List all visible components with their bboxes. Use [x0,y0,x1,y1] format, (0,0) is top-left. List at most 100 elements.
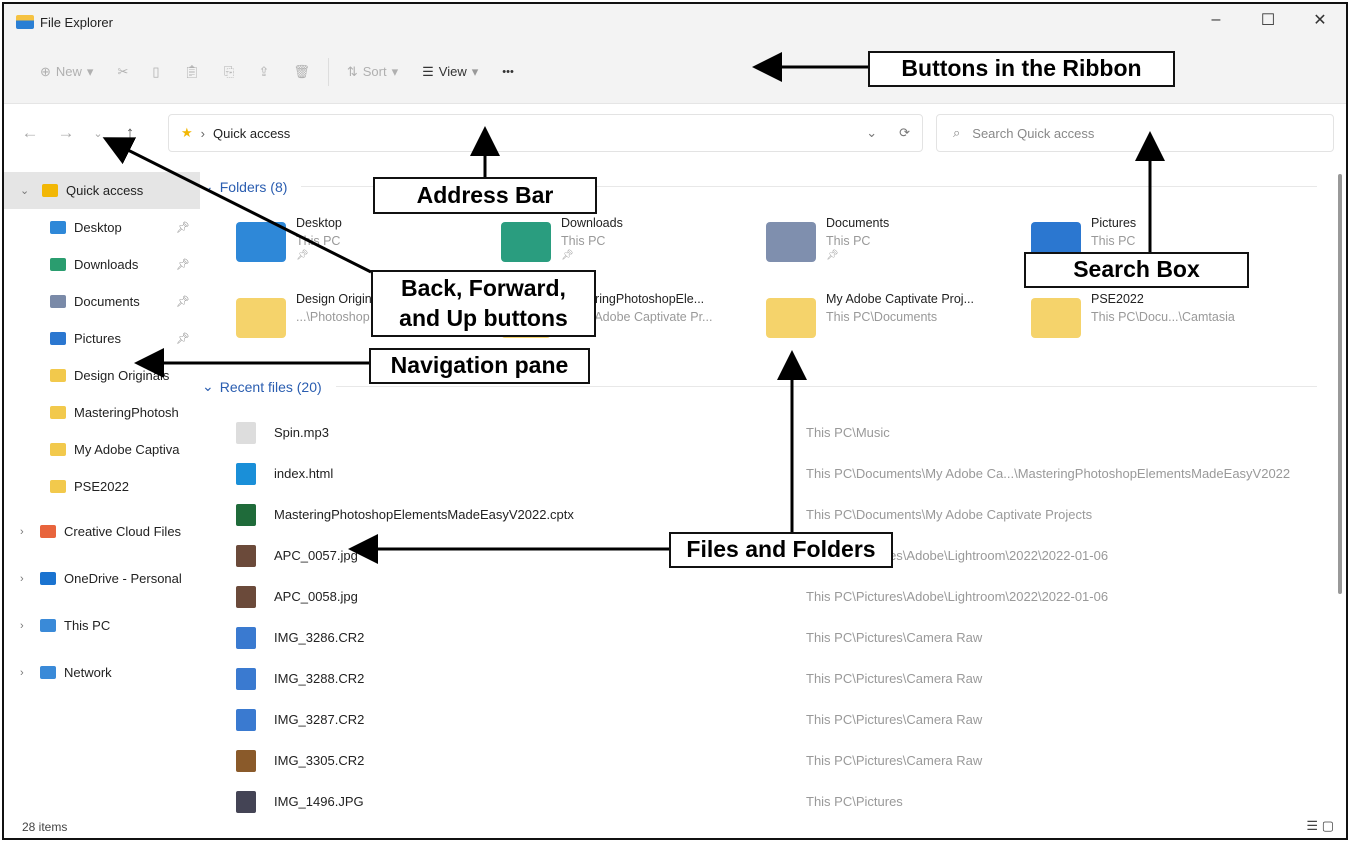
file-icon [236,503,256,526]
folder-name: Desktop [296,216,342,230]
folder-path: This PC [561,234,606,248]
file-explorer-icon [16,15,34,29]
folder-icon [1031,298,1081,338]
file-name: IMG_3288.CR2 [274,671,365,686]
file-row[interactable]: IMG_3288.CR2 This PC\Pictures\Camera Raw [202,658,1322,699]
copy-button[interactable]: ▯ [140,56,171,88]
nav-item-design-originals[interactable]: Design Originals [4,357,200,394]
back-button[interactable]: ← [12,123,48,143]
nav-item-label: Creative Cloud Files [64,524,182,539]
nav-item-label: This PC [64,618,111,633]
nav-item-label: OneDrive - Personal [64,571,182,586]
rename-button[interactable]: ⎘ [212,56,246,88]
file-location: This PC\Documents\My Adobe Captivate Pro… [806,507,1093,522]
nav-item-pse2022[interactable]: PSE2022 [4,468,200,505]
nav-item-network[interactable]: › Network [4,654,200,691]
chevron-down-icon: ⌄ [202,178,214,194]
address-dropdown-icon[interactable]: ⌄ [866,125,877,141]
folder-tile[interactable]: Downloads This PC 📌︎ [501,216,756,276]
nav-item-onedrive-personal[interactable]: › OneDrive - Personal [4,560,200,597]
folders-group-header[interactable]: ⌄ Folders (8) [202,178,1317,195]
view-toggle[interactable]: ☰ ▢ [1306,818,1334,834]
more-options-button[interactable]: ••• [490,56,526,88]
minimize-button[interactable]: – [1190,4,1242,36]
callout-navigation-pane: Navigation pane [369,348,590,384]
file-row[interactable]: MasteringPhotoshopElementsMadeEasyV2022.… [202,494,1322,535]
folders-header-label: Folders (8) [219,178,288,195]
file-name: IMG_3286.CR2 [274,630,365,645]
file-row[interactable]: IMG_3286.CR2 This PC\Pictures\Camera Raw [202,617,1322,658]
file-row[interactable]: index.html This PC\Documents\My Adobe Ca.… [202,453,1322,494]
chevron-right-icon[interactable]: › [20,620,24,632]
sort-button[interactable]: ⇅ Sort ▾ [335,56,410,88]
pin-icon: 📌︎ [826,250,839,261]
folder-path: This PC\Documents [826,310,938,324]
nav-item-label: Desktop [74,220,122,235]
chevron-right-icon[interactable]: › [20,526,24,538]
nav-item-downloads[interactable]: Downloads 📌︎ [4,246,200,283]
nav-item-creative-cloud-files[interactable]: › Creative Cloud Files [4,513,200,550]
file-row[interactable]: IMG_3287.CR2 This PC\Pictures\Camera Raw [202,699,1322,740]
folder-name: My Adobe Captivate Proj... [826,292,974,306]
search-box[interactable]: ⌕ Search Quick access [936,114,1334,152]
folder-name: PSE2022 [1091,292,1144,306]
paste-button[interactable]: 📋︎ [172,56,213,88]
tiles-view-icon[interactable]: ▢ [1322,818,1334,833]
sort-label: Sort [362,64,387,79]
folder-icon [501,222,551,262]
folder-tile[interactable]: PSE2022 This PC\Docu...\Camtasia [1031,292,1286,352]
folder-tile[interactable]: My Adobe Captivate Proj... This PC\Docume… [766,292,1021,352]
file-row[interactable]: Spin.mp3 This PC\Music [202,412,1322,453]
vertical-scrollbar[interactable] [1338,174,1342,594]
file-icon [236,421,256,444]
file-row[interactable]: IMG_1496.JPG This PC\Pictures [202,781,1322,822]
folder-icon [40,666,56,679]
file-icon [236,667,256,690]
file-icon [236,790,256,813]
address-bar[interactable]: ★ › Quick access ⌄ ⟳ [168,114,923,152]
nav-item-quick-access[interactable]: ⌄ Quick access [4,172,200,209]
cut-button[interactable]: ✂ [105,56,140,88]
folder-icon [50,443,66,456]
nav-item-masteringphotosh[interactable]: MasteringPhotosh [4,394,200,431]
forward-button[interactable]: → [48,123,84,143]
nav-item-desktop[interactable]: Desktop 📌︎ [4,209,200,246]
share-icon: ⇪ [258,63,270,79]
folder-tile[interactable]: Documents This PC 📌︎ [766,216,1021,276]
nav-item-this-pc[interactable]: › This PC [4,607,200,644]
up-button[interactable]: ↑ [112,123,148,143]
folder-icon [766,222,816,262]
nav-item-documents[interactable]: Documents 📌︎ [4,283,200,320]
breadcrumb-quick-access[interactable]: Quick access [213,126,290,141]
folder-path: This PC [826,234,871,248]
file-row[interactable]: APC_0058.jpg This PC\Pictures\Adobe\Light… [202,576,1322,617]
view-button[interactable]: ☰ View ▾ [410,56,490,88]
chevron-down-icon[interactable]: ⌄ [20,184,29,197]
chevron-right-icon[interactable]: › [20,573,24,585]
folder-tile[interactable]: Desktop This PC 📌︎ [236,216,491,276]
close-button[interactable]: ✕ [1294,4,1346,36]
details-view-icon[interactable]: ☰ [1306,818,1318,833]
rename-icon: ⎘ [224,63,235,79]
new-button[interactable]: ⊕ New ▾ [28,56,105,88]
maximize-button[interactable]: ☐ [1242,4,1294,36]
nav-item-pictures[interactable]: Pictures 📌︎ [4,320,200,357]
callout-address-bar: Address Bar [373,177,597,214]
search-placeholder: Search Quick access [972,125,1095,141]
nav-item-label: Network [64,665,112,680]
view-label: View [438,64,467,79]
refresh-icon[interactable]: ⟳ [899,125,910,141]
new-label: New [55,64,82,79]
folder-icon [236,222,286,262]
callout-files-folders: Files and Folders [669,532,893,568]
delete-button[interactable]: 🗑︎ [281,56,322,88]
folder-icon [50,406,66,419]
file-location: This PC\Pictures\Camera Raw [806,753,983,768]
nav-item-my-adobe-captiva[interactable]: My Adobe Captiva [4,431,200,468]
recent-locations-button[interactable]: ⌄ [84,127,112,140]
share-button[interactable]: ⇪ [246,56,281,88]
chevron-down-icon: ⌄ [202,378,214,394]
file-row[interactable]: IMG_3305.CR2 This PC\Pictures\Camera Raw [202,740,1322,781]
breadcrumb-chevron-icon: › [200,125,205,141]
chevron-right-icon[interactable]: › [20,667,24,679]
